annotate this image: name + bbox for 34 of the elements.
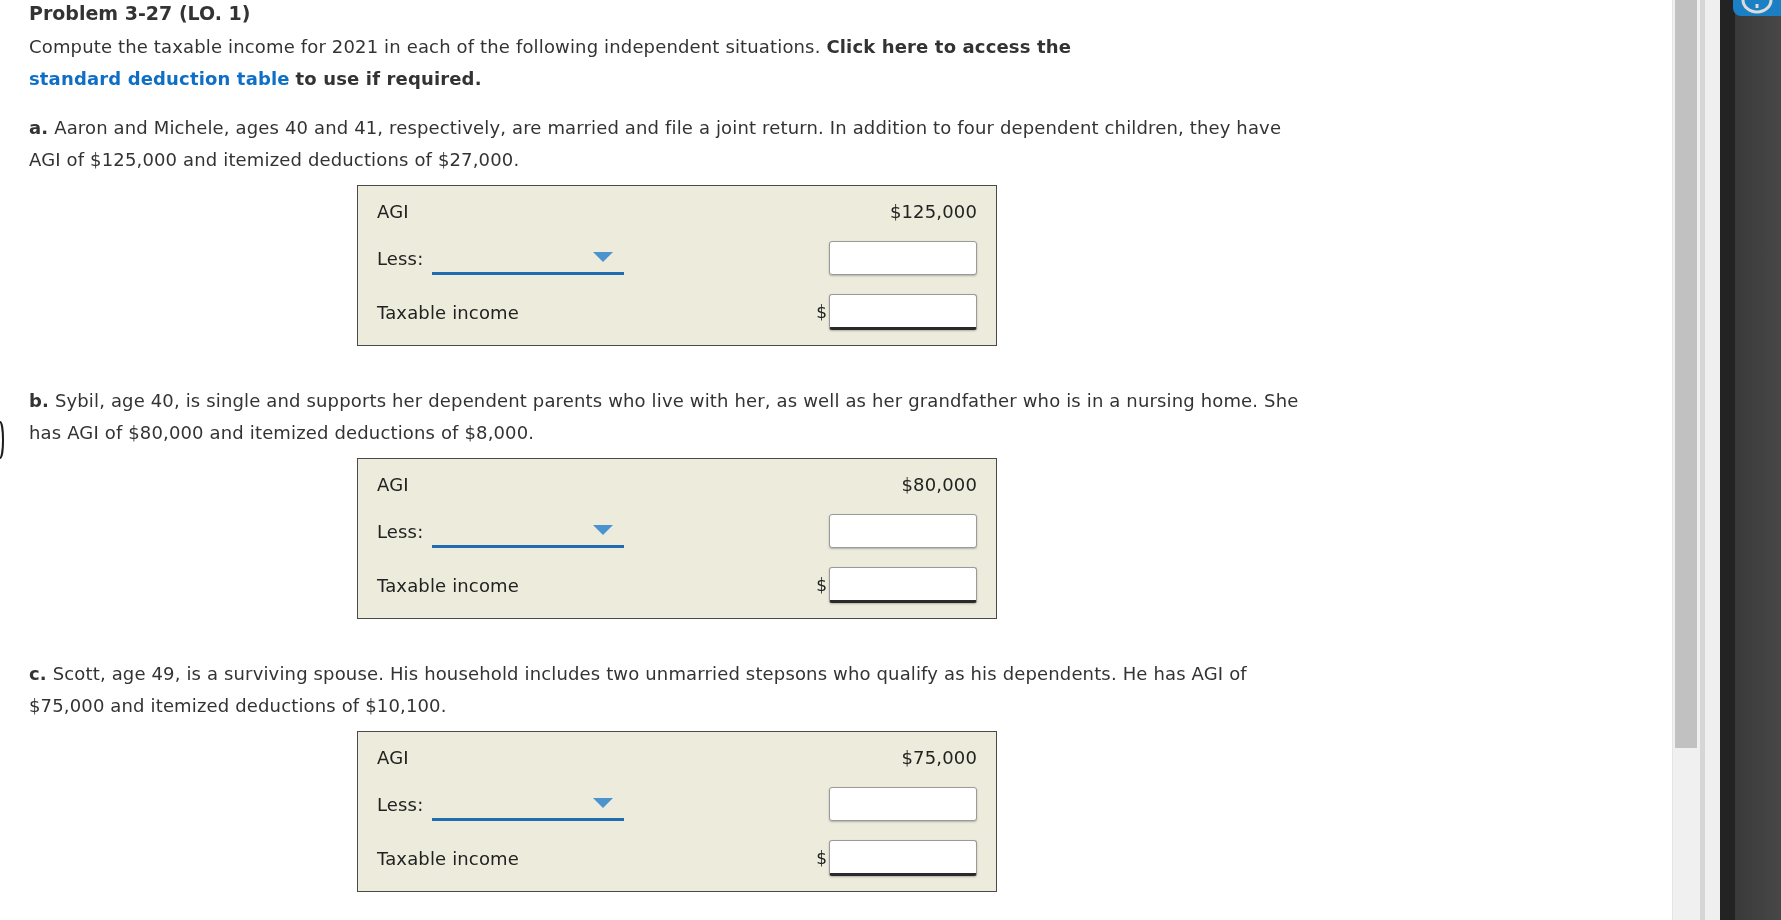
- caret-icon: [593, 524, 614, 535]
- input-field[interactable]: [829, 840, 977, 876]
- deduction-table-link[interactable]: standard deduction table: [29, 68, 290, 89]
- input-field[interactable]: [829, 241, 977, 275]
- instructions-text: Compute the taxable income for 2021 in each of the following independent situations. Click here to access the standard deduction table to use if required.: [29, 35, 1073, 91]
- caret-icon: [593, 797, 614, 808]
- input-field[interactable]: [829, 787, 977, 821]
- row-label: Taxable income: [377, 301, 519, 323]
- currency-symbol: $: [816, 575, 827, 595]
- currency-symbol: $: [816, 848, 827, 868]
- input-field[interactable]: [829, 567, 977, 603]
- row-label: AGI: [377, 473, 409, 495]
- question-text: c. Scott, age 49, is a surviving spouse. His household includes two unmarried stepsons who qualify as his dependents. He has AGI of $75,000 and itemized deductions of $10,100.: [29, 662, 1248, 718]
- row-label: Less:: [377, 520, 424, 542]
- row-label: Taxable income: [377, 847, 519, 869]
- question-text: b. Sybil, age 40, is single and supports her dependent parents who live with her, as well as her grandfather who is in a nursing home. She has AGI of $80,000 and itemized deductions of $8,000.: [29, 389, 1300, 445]
- caret-icon: [593, 251, 614, 262]
- row-label: AGI: [377, 746, 409, 768]
- scrollbar[interactable]: [1672, 0, 1700, 920]
- amount-text: $125,000: [889, 200, 977, 222]
- input-field[interactable]: [829, 514, 977, 548]
- amount-text: $80,000: [901, 473, 977, 495]
- currency-symbol: $: [816, 302, 827, 322]
- input-field[interactable]: [829, 294, 977, 330]
- problem-title: Problem 3-27 (LO. 1): [29, 2, 251, 24]
- row-label: Less:: [377, 247, 424, 269]
- row-label: AGI: [377, 200, 409, 222]
- ring-icon[interactable]: [1733, 0, 1781, 16]
- question-text: a. Aaron and Michele, ages 40 and 41, respectively, are married and file a joint return. In addition to four dependent children, they have AGI of $125,000 and itemized deductions of $27,000.: [29, 116, 1283, 172]
- row-label: Less:: [377, 793, 424, 815]
- row-label: Taxable income: [377, 574, 519, 596]
- amount-text: $75,000: [901, 746, 977, 768]
- scrollbar-thumb[interactable]: [1675, 0, 1697, 748]
- arc-icon: [0, 421, 4, 459]
